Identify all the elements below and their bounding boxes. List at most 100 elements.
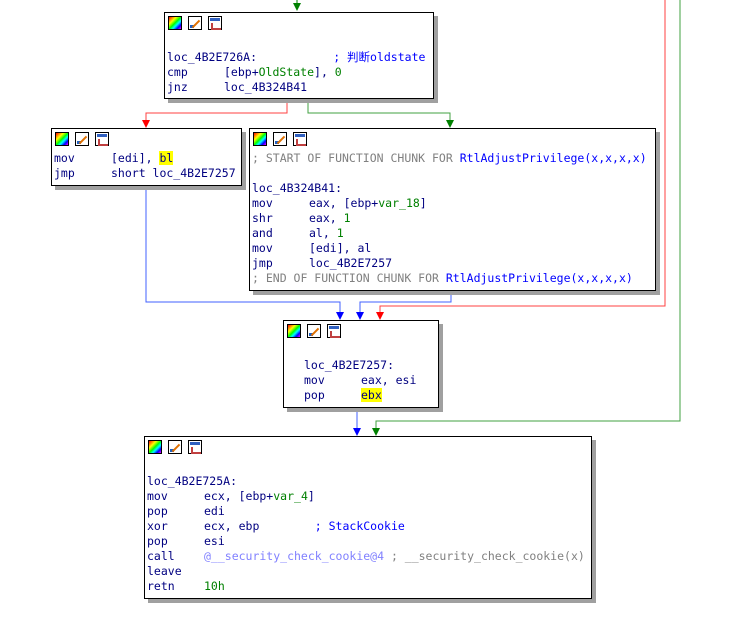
immediate: 1: [336, 226, 344, 240]
location-label: loc_4B324B41:: [252, 181, 343, 195]
operand: eax, esi: [361, 373, 417, 387]
code-block-right[interactable]: ; START OF FUNCTION CHUNK FOR RtlAdjustP…: [249, 128, 656, 291]
location-label: loc_4B2E7257:: [304, 358, 395, 372]
code-block-mid[interactable]: loc_4B2E7257: mov eax, esi pop ebx: [283, 320, 439, 408]
code-line: jmp loc_4B2E7257: [252, 256, 655, 271]
mnemonic: jmp: [54, 166, 75, 180]
immediate: 0: [334, 65, 342, 79]
highlighted-register[interactable]: bl: [159, 151, 174, 165]
branch-target[interactable]: loc_4B324B41: [224, 80, 307, 94]
mnemonic: xor: [147, 519, 168, 533]
mnemonic: cmp: [167, 65, 188, 79]
code-line: mov eax, esi: [304, 373, 438, 388]
graph-view-icon[interactable]: [208, 16, 222, 30]
comment: ; END OF FUNCTION CHUNK FOR: [252, 271, 446, 285]
edit-pencil-icon[interactable]: [168, 440, 182, 454]
edge-mid-to-bottom: [353, 406, 361, 436]
code-block-bottom[interactable]: loc_4B2E725A: mov ecx, [ebp+var_4] pop edi xo…: [144, 436, 592, 599]
code-line: leave: [147, 564, 591, 579]
operand: [ebp+: [224, 65, 259, 79]
comment: ; StackCookie: [314, 519, 405, 533]
operand: ],: [314, 65, 335, 79]
mnemonic: shr: [252, 211, 273, 225]
color-palette-icon[interactable]: [168, 16, 182, 30]
edit-pencil-icon[interactable]: [273, 132, 287, 146]
variable: OldState: [258, 65, 315, 79]
code-block-top[interactable]: loc_4B2E726A: ; 判断oldstate cmp [ebp+OldSta…: [164, 12, 434, 99]
mnemonic: mov: [252, 241, 273, 255]
mnemonic: mov: [54, 151, 75, 165]
operand: eax, [ebp+: [309, 196, 379, 210]
block-code: loc_4B2E7257: mov eax, esi pop ebx: [284, 343, 438, 403]
graph-view-icon[interactable]: [188, 440, 202, 454]
edit-pencil-icon[interactable]: [307, 324, 321, 338]
chunk-end-line: ; END OF FUNCTION CHUNK FOR RtlAdjustPri…: [252, 271, 655, 286]
comment: ; 判断oldstate: [333, 50, 426, 64]
block-header: [250, 129, 655, 151]
code-line: cmp [ebp+OldState], 0: [167, 65, 433, 80]
code-line: mov ecx, [ebp+var_4]: [147, 489, 591, 504]
edit-pencil-icon[interactable]: [188, 16, 202, 30]
code-line: loc_4B2E7257:: [304, 358, 438, 373]
graph-view-icon[interactable]: [95, 132, 109, 146]
mnemonic: pop: [147, 504, 168, 518]
mnemonic: pop: [304, 388, 325, 402]
code-block-left[interactable]: mov [edi], bl jmp short loc_4B2E7257: [51, 128, 242, 186]
variable: var_4: [273, 489, 308, 503]
branch-target[interactable]: loc_4B2E7257: [309, 256, 392, 270]
edge-into-top: [293, 0, 301, 11]
operand: ]: [307, 489, 315, 503]
immediate: 1: [343, 211, 351, 225]
code-line: xor ecx, ebp ; StackCookie: [147, 519, 591, 534]
edge-right-to-mid: [356, 289, 452, 320]
code-line: call @__security_check_cookie@4 ; __secur…: [147, 549, 591, 564]
block-code: loc_4B2E726A: ; 判断oldstate cmp [ebp+OldSta…: [165, 35, 433, 95]
function-name[interactable]: RtlAdjustPrivilege(x,x,x,x): [446, 271, 633, 285]
code-line: pop ebx: [304, 388, 438, 403]
edge-top-to-right: [307, 97, 454, 128]
location-label: loc_4B2E725A:: [147, 474, 238, 488]
block-code: ; START OF FUNCTION CHUNK FOR RtlAdjustP…: [250, 151, 655, 286]
graph-view-icon[interactable]: [293, 132, 307, 146]
operand: ecx, [ebp+: [204, 489, 274, 503]
code-line: jnz loc_4B324B41: [167, 80, 433, 95]
graph-view-icon[interactable]: [327, 324, 341, 338]
code-line: loc_4B2E726A: ; 判断oldstate: [167, 50, 433, 65]
code-line: retn 10h: [147, 579, 591, 594]
mnemonic: retn: [147, 579, 175, 593]
code-line: pop esi: [147, 534, 591, 549]
block-code: mov [edi], bl jmp short loc_4B2E7257: [52, 151, 241, 181]
branch-target[interactable]: short loc_4B2E7257: [111, 166, 236, 180]
comment: ; START OF FUNCTION CHUNK FOR: [252, 151, 460, 165]
mnemonic: mov: [304, 373, 325, 387]
color-palette-icon[interactable]: [253, 132, 267, 146]
mnemonic: jnz: [167, 80, 188, 94]
code-line: mov [edi], bl: [54, 151, 241, 166]
code-line: mov [edi], al: [252, 241, 655, 256]
immediate: 10h: [204, 579, 225, 593]
mnemonic: mov: [252, 196, 273, 210]
color-palette-icon[interactable]: [148, 440, 162, 454]
mnemonic: and: [252, 226, 273, 240]
block-header: [165, 13, 433, 35]
operand: ecx, ebp: [204, 519, 315, 533]
code-line: loc_4B2E725A:: [147, 474, 591, 489]
highlighted-register[interactable]: ebx: [361, 388, 382, 402]
block-header: [52, 129, 241, 151]
comment: ; __security_check_cookie(x): [384, 549, 585, 563]
call-target[interactable]: @__security_check_cookie@4: [204, 549, 384, 563]
operand: edi: [204, 504, 225, 518]
mnemonic: mov: [147, 489, 168, 503]
operand: esi: [204, 534, 225, 548]
function-name[interactable]: RtlAdjustPrivilege(x,x,x,x): [460, 151, 647, 165]
mnemonic: leave: [147, 564, 182, 578]
code-line: mov eax, [ebp+var_18]: [252, 196, 655, 211]
color-palette-icon[interactable]: [55, 132, 69, 146]
code-line: loc_4B324B41:: [252, 181, 655, 196]
code-line: pop edi: [147, 504, 591, 519]
block-code: loc_4B2E725A: mov ecx, [ebp+var_4] pop edi xo…: [145, 459, 591, 594]
mnemonic: call: [147, 549, 175, 563]
edit-pencil-icon[interactable]: [75, 132, 89, 146]
operand: [edi], al: [309, 241, 372, 255]
color-palette-icon[interactable]: [287, 324, 301, 338]
